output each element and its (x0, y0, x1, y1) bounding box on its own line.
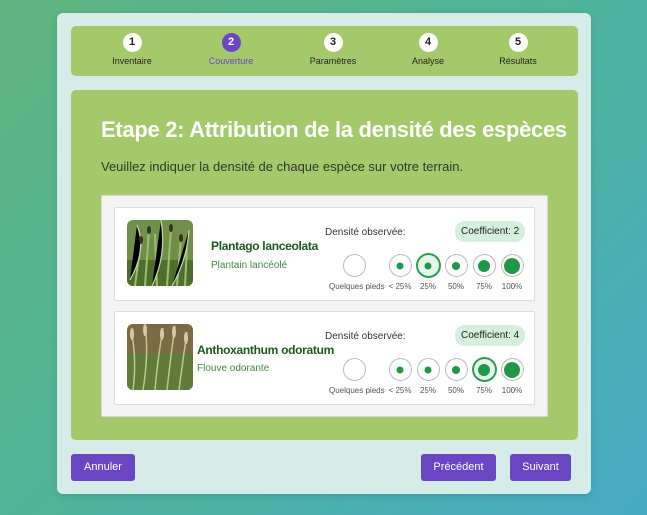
step-label: Paramètres (309, 56, 357, 66)
density-option-100[interactable]: 100% (487, 254, 537, 291)
coefficient-badge: Coefficient: 4 (455, 325, 526, 346)
species-photo (127, 324, 193, 390)
species-common-name: Plantain lancéolé (211, 260, 288, 271)
next-button[interactable]: Suivant (510, 454, 571, 481)
species-card: Anthoxanthum odoratum Flouve odorante De… (114, 311, 535, 405)
wizard-card: 1 Inventaire 2 Couverture 3 Paramètres 4… (57, 13, 591, 494)
step-number: 2 (221, 33, 241, 52)
step-label: Inventaire (112, 56, 152, 66)
page-subtitle: Veuillez indiquer la densité de chaque e… (101, 159, 464, 174)
density-option-few[interactable]: Quelques pieds (329, 254, 385, 291)
radio-circle[interactable] (342, 358, 366, 381)
coefficient-badge: Coefficient: 2 (455, 221, 526, 242)
density-option-100[interactable]: 100% (487, 358, 537, 395)
step-label: Couverture (208, 56, 254, 66)
density-label: Densité observée: (325, 331, 406, 342)
density-dot-icon (504, 361, 520, 378)
density-option-label: Quelques pieds (329, 386, 385, 395)
step-number: 4 (418, 33, 438, 52)
step-label: Analyse (411, 56, 445, 66)
species-scientific-name: Plantago lanceolata (211, 239, 318, 253)
density-label: Densité observée: (325, 227, 406, 238)
step-number: 5 (508, 33, 528, 52)
radio-circle[interactable] (500, 254, 524, 277)
step-3[interactable]: 3 Paramètres (283, 33, 383, 66)
species-card: Plantago lanceolata Plantain lancéolé De… (114, 207, 535, 301)
page-title: Etape 2: Attribution de la densité des e… (101, 117, 567, 142)
stepper: 1 Inventaire 2 Couverture 3 Paramètres 4… (71, 26, 578, 76)
step-4[interactable]: 4 Analyse (378, 33, 478, 66)
cancel-button[interactable]: Annuler (71, 454, 135, 481)
density-option-label: Quelques pieds (329, 282, 385, 291)
species-photo (127, 220, 193, 286)
radio-circle[interactable] (342, 254, 366, 277)
density-option-label: 100% (501, 386, 523, 395)
species-list: Plantago lanceolata Plantain lancéolé De… (101, 195, 548, 417)
step-5[interactable]: 5 Résultats (468, 33, 568, 66)
species-common-name: Flouve odorante (197, 363, 270, 374)
step-2[interactable]: 2 Couverture (181, 33, 281, 66)
previous-button[interactable]: Précédent (421, 454, 496, 481)
density-dot-icon (504, 257, 520, 274)
species-scientific-name: Anthoxanthum odoratum (197, 343, 335, 357)
step-1[interactable]: 1 Inventaire (82, 33, 182, 66)
step-label: Résultats (499, 56, 537, 66)
main-panel: Etape 2: Attribution de la densité des e… (71, 90, 578, 440)
density-option-few[interactable]: Quelques pieds (329, 358, 385, 395)
step-number: 3 (323, 33, 343, 52)
step-number: 1 (122, 33, 142, 52)
density-option-label: 100% (501, 282, 523, 291)
radio-circle[interactable] (500, 358, 524, 381)
